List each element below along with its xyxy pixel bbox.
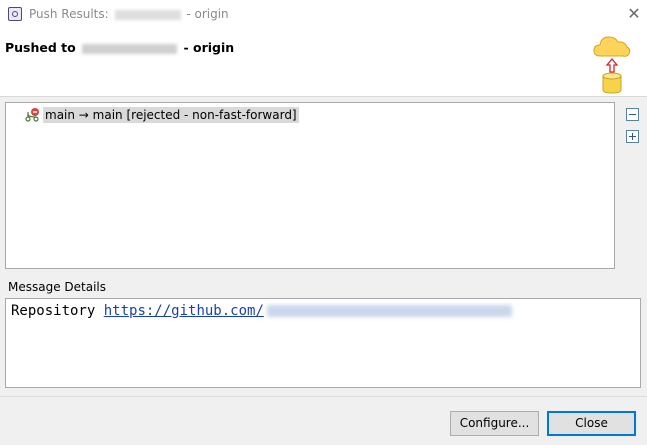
- window-title-suffix: - origin: [186, 7, 229, 21]
- configure-button[interactable]: Configure...: [450, 411, 539, 436]
- page-title: Pushed to - origin: [5, 40, 234, 55]
- redacted-repo-name: [114, 9, 181, 20]
- repository-prefix: Repository: [11, 303, 96, 319]
- eclipse-app-icon: [8, 7, 22, 21]
- tree-item-label: main → main [rejected - non-fast-forward…: [43, 107, 299, 123]
- footer-divider: [0, 396, 647, 397]
- close-button[interactable]: Close: [547, 411, 636, 436]
- title-bar: Push Results: - origin ✕: [0, 0, 647, 30]
- repository-link[interactable]: https://github.com/: [104, 303, 264, 319]
- branch-rejected-icon: [25, 108, 39, 122]
- message-details-box[interactable]: Repository https://github.com/: [5, 298, 641, 388]
- collapse-all-icon[interactable]: [626, 108, 639, 121]
- message-line: Repository https://github.com/: [11, 303, 512, 319]
- push-wizard-graphic: [593, 36, 631, 94]
- window-title-prefix: Push Results:: [29, 7, 109, 21]
- pushed-prefix: Pushed to: [5, 40, 76, 55]
- redacted-remote-url: [82, 43, 178, 54]
- close-window-icon[interactable]: ✕: [623, 3, 645, 25]
- tree-item[interactable]: main → main [rejected - non-fast-forward…: [24, 107, 299, 123]
- expand-all-icon[interactable]: [626, 130, 639, 143]
- push-results-tree[interactable]: main → main [rejected - non-fast-forward…: [5, 102, 615, 269]
- pushed-suffix: - origin: [183, 40, 235, 55]
- message-details-label: Message Details: [8, 280, 107, 294]
- redacted-repo-path: [266, 305, 512, 317]
- window-title: Push Results: - origin: [29, 7, 229, 21]
- header-divider: [0, 96, 647, 97]
